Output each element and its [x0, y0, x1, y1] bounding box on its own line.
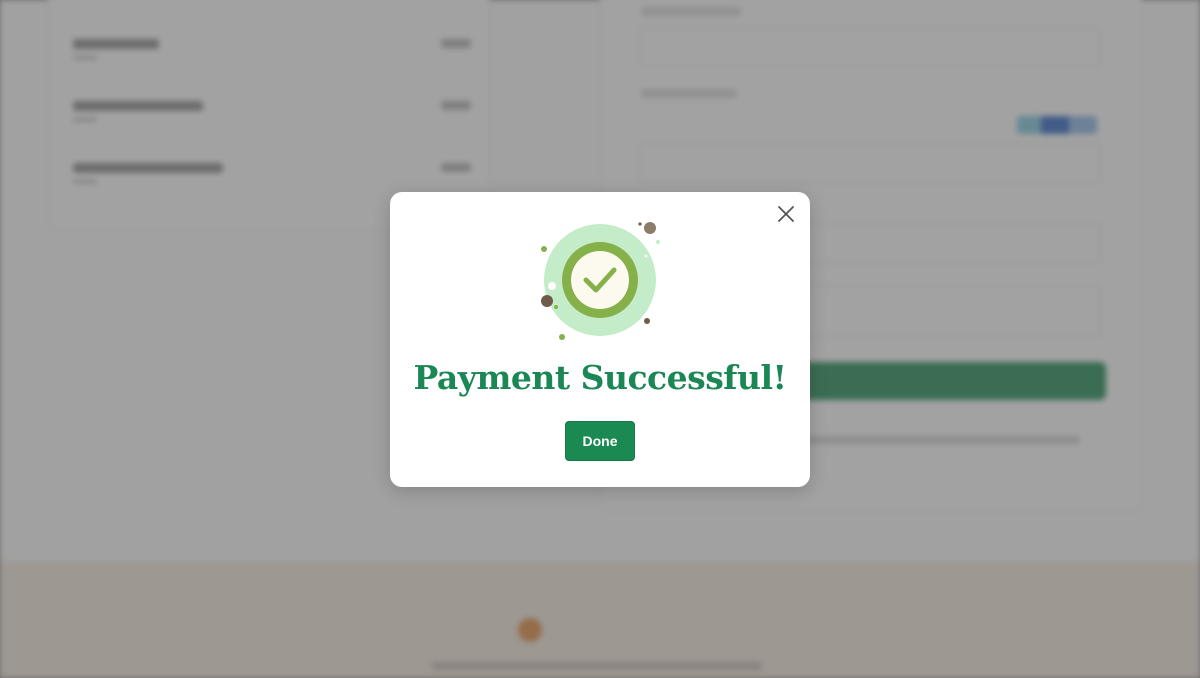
success-check-icon	[541, 222, 660, 340]
close-icon	[778, 206, 794, 222]
close-button[interactable]	[774, 202, 798, 226]
modal-title: Payment Successful!	[413, 358, 788, 397]
done-button[interactable]: Done	[565, 421, 635, 461]
payment-success-modal: Payment Successful! Done	[390, 192, 810, 487]
